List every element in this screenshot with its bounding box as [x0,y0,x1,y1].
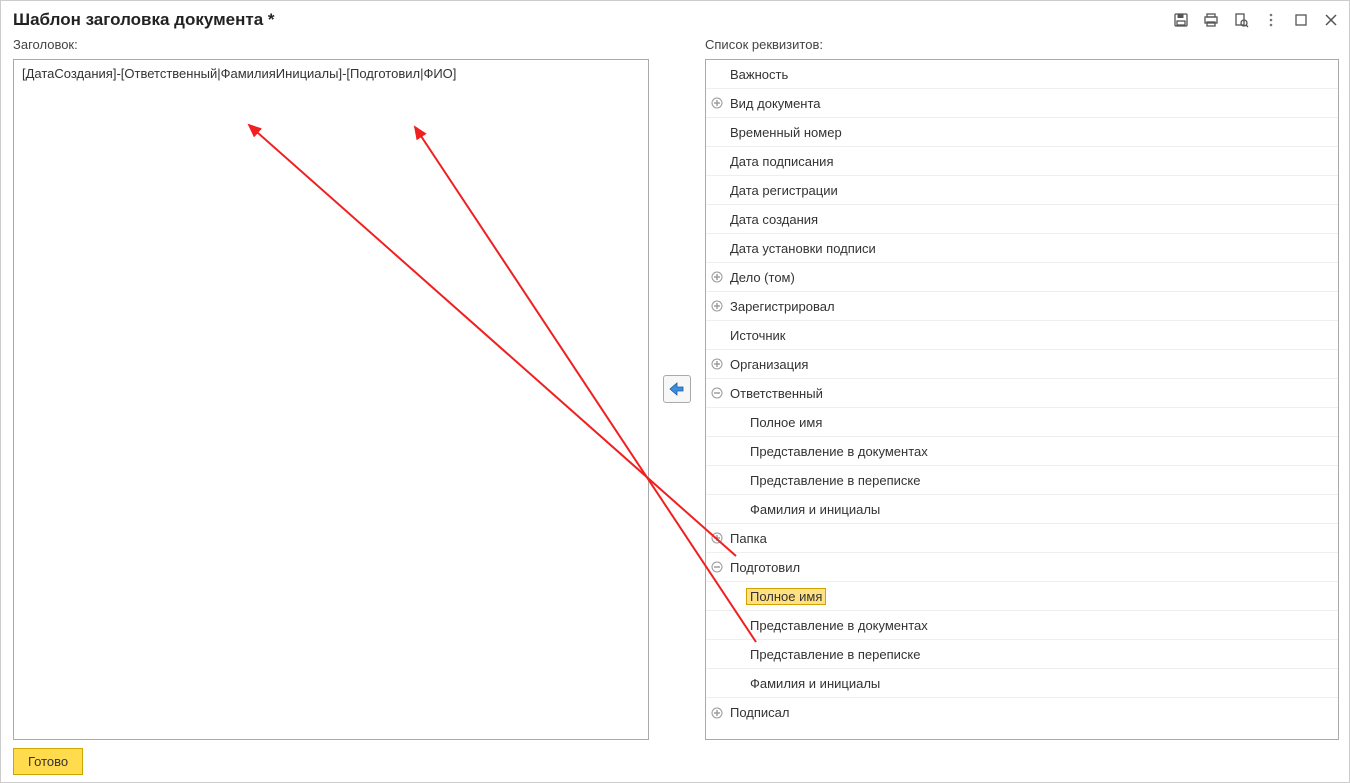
tree-item[interactable]: Ответственный [706,379,1338,408]
save-icon[interactable] [1171,10,1191,30]
tree-item-label: Представление в документах [746,617,932,634]
middle-column [659,37,695,740]
tree-item-label: Полное имя [746,414,826,431]
tree-item[interactable]: Дата подписания [706,147,1338,176]
header-template-input[interactable]: [ДатаСоздания]-[Ответственный|ФамилияИни… [13,59,649,740]
left-column: Заголовок: [ДатаСоздания]-[Ответственный… [13,37,649,740]
tree-item[interactable]: Важность [706,60,1338,89]
tree-item-label: Дата подписания [726,153,837,170]
expand-icon[interactable] [710,96,724,110]
tree-item-label: Ответственный [726,385,827,402]
attributes-tree[interactable]: Важность Вид документа Временный номер Дата… [705,59,1339,740]
tree-item-label: Представление в переписке [746,646,924,663]
tree-item-label: Вид документа [726,95,825,112]
tree-item[interactable]: Представление в документах [706,611,1338,640]
tree-item-label: Фамилия и инициалы [746,675,884,692]
attributes-list-label: Список реквизитов: [705,37,1339,55]
footer: Готово [1,740,1349,782]
tree-item[interactable]: Временный номер [706,118,1338,147]
print-icon[interactable] [1201,10,1221,30]
tree-item[interactable]: Дело (том) [706,263,1338,292]
more-icon[interactable] [1261,10,1281,30]
tree-item[interactable]: Представление в переписке [706,466,1338,495]
tree-item-label: Организация [726,356,812,373]
right-column: Список реквизитов: Важность Вид документа… [705,37,1339,740]
titlebar-controls [1171,10,1341,30]
tree-item-label: Временный номер [726,124,846,141]
preview-icon[interactable] [1231,10,1251,30]
tree-item-label: Дело (том) [726,269,799,286]
tree-item[interactable]: Полное имя [706,582,1338,611]
tree-item-label: Дата создания [726,211,822,228]
collapse-icon[interactable] [710,560,724,574]
tree-item-label: Фамилия и инициалы [746,501,884,518]
tree-item[interactable]: Подготовил [706,553,1338,582]
tree-item-label: Представление в документах [746,443,932,460]
header-template-label: Заголовок: [13,37,649,55]
expand-icon[interactable] [710,357,724,371]
tree-item[interactable]: Источник [706,321,1338,350]
titlebar: Шаблон заголовка документа * [1,1,1349,37]
tree-item[interactable]: Представление в переписке [706,640,1338,669]
maximize-icon[interactable] [1291,10,1311,30]
header-template-value: [ДатаСоздания]-[Ответственный|ФамилияИни… [14,60,648,87]
tree-item[interactable]: Фамилия и инициалы [706,495,1338,524]
tree-item-label: Зарегистрировал [726,298,839,315]
content-area: Заголовок: [ДатаСоздания]-[Ответственный… [1,37,1349,740]
tree-item[interactable]: Дата создания [706,205,1338,234]
tree-item[interactable]: Вид документа [706,89,1338,118]
expand-icon[interactable] [710,299,724,313]
tree-item[interactable]: Дата регистрации [706,176,1338,205]
tree-item-label: Подготовил [726,559,804,576]
insert-left-button[interactable] [663,375,691,403]
window-title: Шаблон заголовка документа * [13,10,1171,30]
tree-item-label: Важность [726,66,792,83]
tree-item[interactable]: Полное имя [706,408,1338,437]
tree-item-label: Дата установки подписи [726,240,880,257]
tree-item-label: Источник [726,327,790,344]
close-icon[interactable] [1321,10,1341,30]
tree-item[interactable]: Фамилия и инициалы [706,669,1338,698]
expand-icon[interactable] [710,270,724,284]
document-title-template-window: Шаблон заголовка документа * [0,0,1350,783]
tree-item[interactable]: Подписал [706,698,1338,727]
collapse-icon[interactable] [710,386,724,400]
tree-item-label: Папка [726,530,771,547]
tree-item[interactable]: Организация [706,350,1338,379]
tree-item-label: Подписал [726,704,794,721]
expand-icon[interactable] [710,706,724,720]
tree-item[interactable]: Зарегистрировал [706,292,1338,321]
expand-icon[interactable] [710,531,724,545]
tree-item-label: Полное имя [746,588,826,605]
ready-button[interactable]: Готово [13,748,83,775]
tree-item-label: Представление в переписке [746,472,924,489]
tree-item-label: Дата регистрации [726,182,842,199]
tree-item[interactable]: Представление в документах [706,437,1338,466]
arrow-left-icon [668,381,686,397]
tree-item[interactable]: Папка [706,524,1338,553]
tree-item[interactable]: Дата установки подписи [706,234,1338,263]
